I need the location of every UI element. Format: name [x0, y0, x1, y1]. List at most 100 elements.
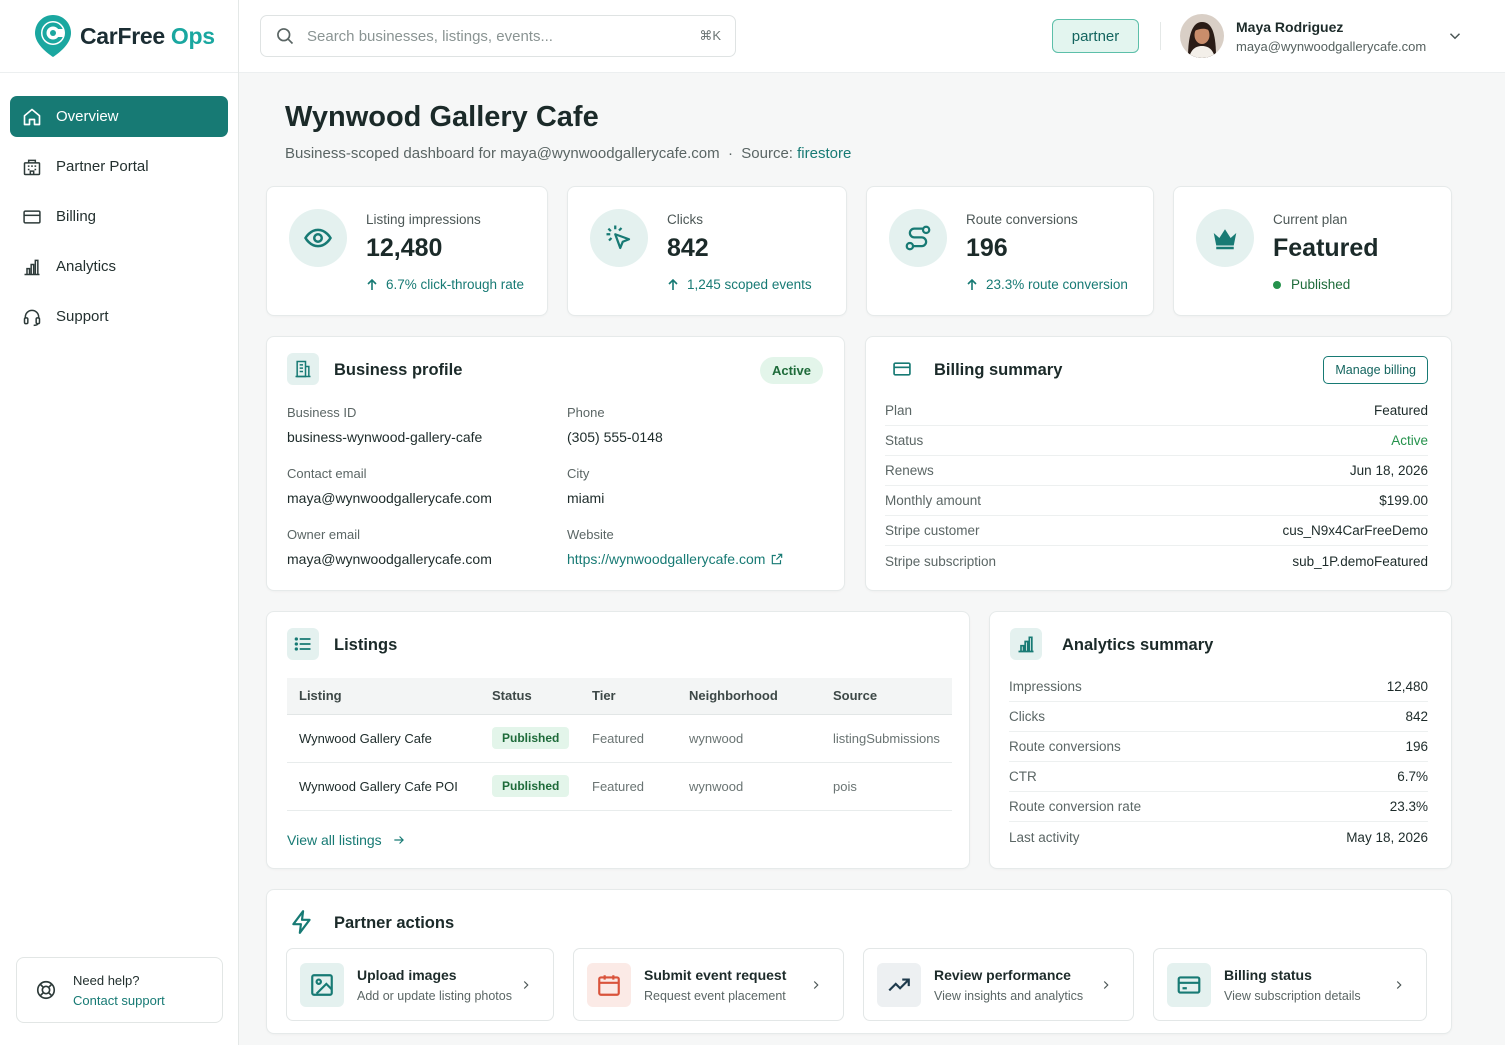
stat-label: Listing impressions: [366, 212, 481, 227]
analytics-row-last-activity: Last activity May 18, 2026: [1009, 829, 1428, 845]
billing-status-action[interactable]: Billing status View subscription details: [1153, 948, 1427, 1021]
view-all-listings-link[interactable]: View all listings: [287, 832, 406, 848]
listing-tier: Featured: [580, 762, 677, 811]
billing-summary-card: Billing summary Manage billing Plan Featu…: [865, 336, 1452, 591]
contact-support-link[interactable]: Contact support: [73, 993, 165, 1008]
sidebar-item-support[interactable]: Support: [10, 296, 228, 337]
card-title: Business profile: [334, 361, 463, 379]
partner-actions-card: Partner actions Upload images Add or upd…: [266, 889, 1452, 1034]
listings-table: Listing Status Tier Neighborhood Source …: [287, 678, 952, 811]
logo-icon: [35, 15, 71, 57]
stat-label: Clicks: [667, 212, 703, 227]
stat-card-current-plan: Current plan Featured Published: [1173, 186, 1452, 316]
page-title: Wynwood Gallery Cafe: [285, 101, 599, 133]
stat-label: Current plan: [1273, 212, 1348, 227]
card-title: Listings: [334, 636, 398, 654]
help-title: Need help?: [73, 972, 140, 988]
business-id-value: business-wynwood-gallery-cafe: [287, 429, 483, 445]
listing-name: Wynwood Gallery Cafe POI: [287, 762, 480, 811]
listing-neighborhood: wynwood: [677, 714, 821, 763]
trending-up-icon: [888, 978, 910, 991]
owner-email-label: Owner email: [287, 527, 360, 542]
stat-value: 196: [966, 234, 1008, 262]
status-dot: [1273, 280, 1281, 289]
brand[interactable]: CarFree Ops: [0, 0, 238, 73]
calendar-icon: [598, 974, 620, 996]
search-box[interactable]: ⌘K: [260, 15, 736, 57]
website-label: Website: [567, 527, 614, 542]
stat-card-clicks: Clicks 842 1,245 scoped events: [567, 186, 847, 316]
billing-row-stripe-customer: Stripe customer cus_N9x4CarFreeDemo: [885, 516, 1428, 546]
card-title: Billing summary: [934, 361, 1063, 379]
status-badge: Published: [492, 727, 570, 749]
chevron-right-icon: [813, 981, 819, 989]
page-subtitle: Business-scoped dashboard for maya@wynwo…: [285, 145, 852, 162]
billing-row-renews: Renews Jun 18, 2026: [885, 456, 1428, 486]
chevron-down-icon[interactable]: [1446, 27, 1464, 45]
role-badge[interactable]: partner: [1052, 19, 1139, 53]
stat-trend: 6.7% click-through rate: [366, 277, 524, 292]
search-input[interactable]: [307, 27, 700, 45]
column-header[interactable]: Listing: [287, 678, 480, 715]
stat-trend: 23.3% route conversion: [966, 277, 1128, 292]
analytics-row-clicks: Clicks 842: [1009, 702, 1428, 732]
card-icon-bg: [287, 353, 319, 385]
review-performance-action[interactable]: Review performance View insights and ana…: [863, 948, 1134, 1021]
headset-icon: [23, 309, 41, 326]
sidebar-item-label: Support: [56, 308, 109, 325]
home-icon: [23, 108, 41, 125]
stat-value: 842: [667, 234, 709, 262]
search-shortcut: ⌘K: [699, 28, 721, 43]
stat-label: Route conversions: [966, 212, 1078, 227]
help-card: Need help? Contact support: [16, 957, 223, 1023]
table-row[interactable]: Wynwood Gallery Cafe Published Featured …: [287, 714, 952, 763]
lightning-icon: [292, 910, 311, 934]
card-icon-bg: [886, 353, 918, 385]
table-row[interactable]: Wynwood Gallery Cafe POI Published Featu…: [287, 762, 952, 811]
status-badge: Active: [759, 357, 823, 384]
source-link[interactable]: firestore: [797, 145, 851, 162]
sidebar-item-billing[interactable]: Billing: [10, 196, 228, 237]
eye-icon: [304, 228, 332, 248]
office-building-icon: [295, 360, 311, 378]
pointer-click-icon: [606, 225, 631, 250]
user-email: maya@wynwoodgallerycafe.com: [1236, 38, 1427, 54]
sidebar-item-overview[interactable]: Overview: [10, 96, 228, 137]
business-id-label: Business ID: [287, 405, 357, 420]
credit-card-icon: [23, 209, 41, 224]
divider: [1160, 22, 1161, 50]
column-header[interactable]: Neighborhood: [677, 678, 821, 715]
column-header[interactable]: Source: [821, 678, 952, 715]
user-menu[interactable]: Maya Rodriguez maya@wynwoodgallerycafe.c…: [1180, 14, 1426, 58]
action-title: Review performance: [934, 966, 1071, 983]
arrow-up-icon: [967, 278, 977, 290]
action-description: Add or update listing photos: [357, 988, 512, 1003]
action-description: Request event placement: [644, 988, 786, 1003]
table-header-row: Listing Status Tier Neighborhood Source: [287, 678, 952, 715]
bar-chart-icon: [24, 259, 40, 275]
brand-name: CarFree Ops: [80, 22, 215, 49]
route-icon: [905, 225, 931, 251]
action-icon-bg: [1167, 962, 1211, 1007]
plan-status: Published: [1273, 277, 1350, 292]
manage-billing-button[interactable]: Manage billing: [1323, 356, 1428, 384]
credit-card-icon: [1177, 975, 1201, 994]
stat-icon-bg: [590, 209, 648, 267]
sidebar-item-partner-portal[interactable]: Partner Portal: [10, 146, 228, 187]
phone-value: (305) 555-0148: [567, 429, 663, 445]
column-header[interactable]: Status: [480, 678, 580, 715]
listings-card: Listings Listing Status Tier Neighborhoo…: [266, 611, 970, 869]
submit-event-request-action[interactable]: Submit event request Request event place…: [573, 948, 844, 1021]
website-link[interactable]: https://wynwoodgallerycafe.com: [567, 551, 784, 567]
lifebuoy-icon: [36, 980, 56, 1000]
card-icon-bg: [287, 628, 319, 660]
column-header[interactable]: Tier: [580, 678, 677, 715]
chevron-right-icon: [523, 981, 529, 989]
billing-row-plan: Plan Featured: [885, 396, 1428, 426]
billing-row-amount: Monthly amount $199.00: [885, 486, 1428, 516]
sidebar-item-analytics[interactable]: Analytics: [10, 246, 228, 287]
analytics-row-route-conversions: Route conversions 196: [1009, 732, 1428, 762]
upload-images-action[interactable]: Upload images Add or update listing phot…: [286, 948, 554, 1021]
card-title: Analytics summary: [1062, 636, 1214, 654]
phone-label: Phone: [567, 405, 605, 420]
